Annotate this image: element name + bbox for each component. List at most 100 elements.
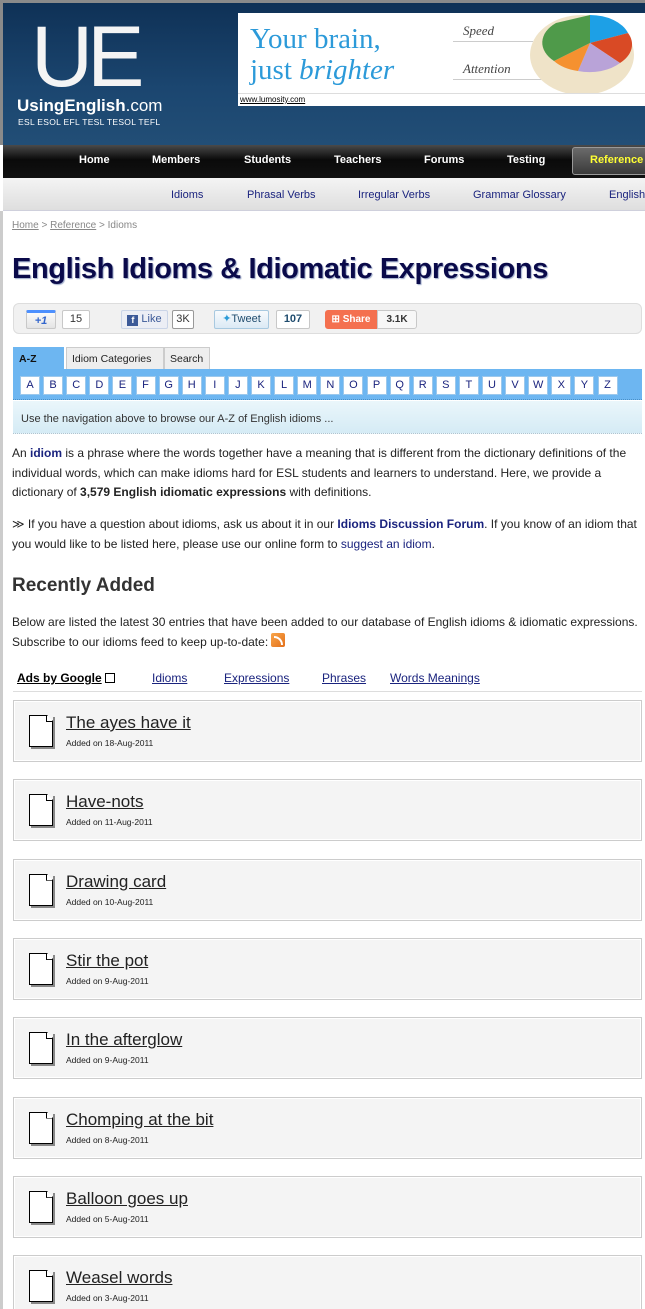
idiom-title-link[interactable]: Stir the pot	[66, 951, 148, 971]
tweet-count: 107	[276, 310, 310, 329]
letter-link-j[interactable]: J	[227, 376, 248, 395]
document-icon	[29, 1270, 53, 1303]
facebook-icon: f	[127, 315, 139, 326]
forum-text: ≫ If you have a question about idioms, a…	[12, 517, 338, 531]
breadcrumb-separator: >	[38, 220, 51, 231]
breadcrumb-reference[interactable]: Reference	[50, 220, 96, 231]
site-tagline: ESL ESOL EFL TESL TESOL TEFL	[18, 117, 161, 127]
letter-link-y[interactable]: Y	[574, 376, 595, 395]
idiom-list-item: Balloon goes up Added on 5-Aug-2011	[13, 1175, 642, 1238]
main-nav-forums[interactable]: Forums	[424, 154, 464, 166]
letter-link-z[interactable]: Z	[597, 376, 618, 395]
ad-headline-plain: just	[250, 54, 300, 86]
a-z-info-text: Use the navigation above to browse our A…	[13, 401, 642, 434]
letter-link-n[interactable]: N	[320, 376, 341, 395]
idioms-discussion-forum-link[interactable]: Idioms Discussion Forum	[337, 517, 484, 531]
plus-icon: ⊞	[331, 314, 343, 325]
page-title: English Idioms & Idiomatic Expressions	[12, 253, 548, 285]
letter-link-u[interactable]: U	[482, 376, 502, 395]
main-nav-students[interactable]: Students	[244, 154, 291, 166]
idiom-list-item: Have-nots Added on 11-Aug-2011	[13, 779, 642, 842]
idiom-title-link[interactable]: Chomping at the bit	[66, 1110, 213, 1130]
idiom-list-item: Stir the pot Added on 9-Aug-2011	[13, 937, 642, 1000]
tab-a-z-list[interactable]: A-Z List	[13, 347, 64, 387]
sub-nav-phrasal-verbs[interactable]: Phrasal Verbs	[247, 189, 315, 201]
idiom-list-item: The ayes have it Added on 18-Aug-2011	[13, 700, 642, 762]
letter-link-q[interactable]: Q	[389, 376, 410, 395]
banner-ad[interactable]: Your brain, just brighter Speed Attentio…	[238, 13, 645, 106]
ad-pie-chart-image	[530, 15, 634, 93]
google-plus-one-button[interactable]: +1	[26, 310, 56, 329]
idiom-title-link[interactable]: Drawing card	[66, 872, 166, 892]
tab-search[interactable]: Search	[164, 347, 210, 370]
idiom-title-link[interactable]: Balloon goes up	[66, 1189, 188, 1209]
idiom-title-link[interactable]: The ayes have it	[66, 713, 191, 733]
breadcrumb-home[interactable]: Home	[12, 220, 39, 231]
main-nav-reference-active[interactable]: Reference	[572, 147, 645, 175]
sub-nav-idioms[interactable]: Idioms	[171, 189, 203, 201]
facebook-like-button[interactable]: f Like	[121, 310, 168, 329]
site-logo-mark[interactable]: UE	[31, 14, 144, 100]
letter-link-i[interactable]: I	[204, 376, 225, 395]
idiom-added-date: Added on 8-Aug-2011	[66, 1134, 149, 1145]
letter-link-f[interactable]: F	[135, 376, 156, 395]
letter-link-h[interactable]: H	[181, 376, 202, 395]
idiom-title-link[interactable]: Weasel words	[66, 1268, 172, 1288]
site-header: UE UsingEnglish.com ESL ESOL EFL TESL TE…	[0, 0, 645, 145]
letter-link-v[interactable]: V	[505, 376, 526, 395]
intro-text: with definitions.	[286, 485, 372, 499]
intro-paragraph: An idiom is a phrase where the words tog…	[12, 444, 642, 503]
letter-link-t[interactable]: T	[458, 376, 479, 395]
ad-headline-italic: brighter	[299, 54, 395, 86]
ad-link-phrases[interactable]: Phrases	[322, 671, 366, 685]
ad-link-words-meanings[interactable]: Words Meanings	[390, 671, 480, 685]
rss-feed-icon[interactable]	[271, 632, 286, 647]
letter-link-a[interactable]: A	[20, 376, 40, 395]
letter-link-x[interactable]: X	[551, 376, 572, 395]
suggest-idiom-link[interactable]: suggest an idiom	[341, 537, 432, 551]
letter-link-r[interactable]: R	[412, 376, 433, 395]
share-label: Share	[342, 314, 371, 325]
tab-idiom-categories[interactable]: Idiom Categories	[66, 347, 164, 370]
letter-link-o[interactable]: O	[343, 376, 364, 395]
letter-link-d[interactable]: D	[89, 376, 110, 395]
sub-nav-grammar-glossary[interactable]: Grammar Glossary	[473, 189, 566, 201]
idiom-count-text: 3,579 English idiomatic expressions	[80, 485, 287, 499]
google-plus-count: 15	[62, 310, 90, 329]
letter-link-b[interactable]: B	[43, 376, 64, 395]
letter-link-l[interactable]: L	[274, 376, 295, 395]
letter-link-k[interactable]: K	[251, 376, 271, 395]
sub-nav-english[interactable]: English	[609, 189, 645, 201]
logo-name-bold: UsingEnglish	[17, 96, 126, 115]
ads-by-google-label[interactable]: Ads by Google	[17, 671, 115, 685]
idiom-link[interactable]: idiom	[30, 446, 62, 460]
main-nav-testing[interactable]: Testing	[507, 154, 545, 166]
recent-desc-line1: Below are listed the latest 30 entries t…	[12, 615, 638, 629]
letter-link-c[interactable]: C	[66, 376, 87, 395]
letter-link-p[interactable]: P	[366, 376, 387, 395]
main-nav-members[interactable]: Members	[152, 154, 200, 166]
letter-link-m[interactable]: M	[297, 376, 318, 395]
letter-link-w[interactable]: W	[528, 376, 549, 395]
letter-link-s[interactable]: S	[435, 376, 456, 395]
ad-link-expressions[interactable]: Expressions	[224, 671, 289, 685]
subscribe-text: Subscribe to our idioms feed to keep up-…	[12, 634, 272, 649]
ads-by-google-text: Ads by Google	[17, 671, 102, 685]
forum-paragraph: ≫ If you have a question about idioms, a…	[12, 515, 642, 554]
letter-link-e[interactable]: E	[112, 376, 133, 395]
idiom-added-date: Added on 3-Aug-2011	[66, 1293, 149, 1304]
idiom-added-date: Added on 10-Aug-2011	[66, 896, 154, 907]
social-share-bar: +1 15 f Like 3K ✦Tweet 107 ⊞ Share 3.1K	[13, 303, 642, 334]
idiom-title-link[interactable]: In the afterglow	[66, 1030, 182, 1050]
share-button[interactable]: ⊞ Share	[325, 310, 377, 329]
site-logo-name[interactable]: UsingEnglish.com	[17, 96, 162, 116]
ad-link-idioms[interactable]: Idioms	[152, 671, 187, 685]
tweet-button[interactable]: ✦Tweet	[214, 310, 269, 329]
main-nav-home[interactable]: Home	[79, 154, 110, 166]
letter-link-g[interactable]: G	[158, 376, 179, 395]
ad-url-link[interactable]: www.lumosity.com	[238, 93, 645, 106]
ad-label-attention: Attention	[463, 61, 511, 76]
idiom-title-link[interactable]: Have-nots	[66, 792, 143, 812]
sub-nav-irregular-verbs[interactable]: Irregular Verbs	[358, 189, 430, 201]
main-nav-teachers[interactable]: Teachers	[334, 154, 382, 166]
